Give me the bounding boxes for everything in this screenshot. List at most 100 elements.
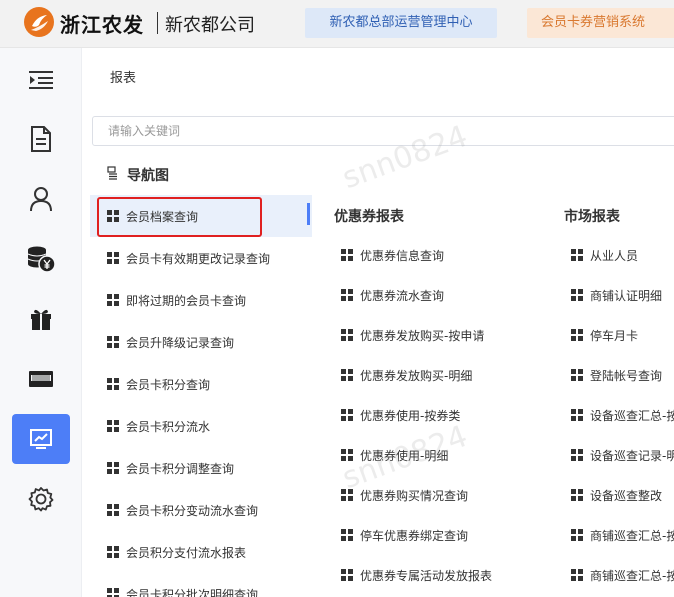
market-report-item[interactable]: 从业人员	[571, 235, 674, 275]
brand-logo-icon	[24, 7, 54, 37]
left-menu-item[interactable]: 会员卡积分查询	[90, 363, 312, 405]
nav-map-title: 导航图	[107, 165, 169, 185]
left-menu-label: 即将过期的会员卡查询	[126, 293, 247, 308]
header-tab-member-card-system[interactable]: 会员卡券营销系统	[527, 8, 674, 38]
active-indicator	[307, 203, 310, 225]
grid-icon	[341, 369, 353, 381]
market-report-label: 停车月卡	[590, 328, 639, 343]
grid-icon	[107, 462, 119, 474]
coupon-report-label: 优惠券信息查询	[360, 248, 445, 263]
market-report-item[interactable]: 商铺巡查汇总-按	[571, 555, 674, 595]
market-report-label: 登陆帐号查询	[590, 368, 663, 383]
market-reports-title: 市场报表	[564, 209, 620, 225]
coupon-report-item[interactable]: 优惠券专属活动发放报表	[341, 555, 492, 595]
market-report-list: 从业人员 商铺认证明细 停车月卡 登陆帐号查询 设备巡查汇总-按 设备巡查记录-…	[571, 235, 674, 595]
left-menu-item[interactable]: 会员卡积分调整查询	[90, 447, 312, 489]
grid-icon	[107, 210, 119, 222]
search-input[interactable]	[92, 116, 674, 146]
report-chart-icon	[30, 429, 52, 449]
left-menu-item[interactable]: 会员卡积分流水	[90, 405, 312, 447]
member-report-list: 会员档案查询 会员卡有效期更改记录查询 即将过期的会员卡查询 会员升降级记录查询…	[90, 195, 312, 597]
market-report-item[interactable]: 停车月卡	[571, 315, 674, 355]
left-menu-item[interactable]: 会员升降级记录查询	[90, 321, 312, 363]
sidebar-item-gifts[interactable]	[12, 294, 70, 344]
market-report-label: 从业人员	[590, 248, 639, 263]
breadcrumb: 报表	[110, 71, 137, 86]
market-report-item[interactable]: 商铺认证明细	[571, 275, 674, 315]
grid-icon	[107, 336, 119, 348]
coupon-report-item[interactable]: 停车优惠券绑定查询	[341, 515, 492, 555]
coupon-report-item[interactable]: 优惠券使用-按券类	[341, 395, 492, 435]
market-report-label: 商铺巡查汇总-按	[590, 568, 674, 583]
market-report-item[interactable]: 设备巡查记录-明	[571, 435, 674, 475]
sidebar	[0, 48, 82, 597]
coupon-report-label: 优惠券购买情况查询	[360, 488, 469, 503]
left-menu-item[interactable]: 会员卡积分变动流水查询	[90, 489, 312, 531]
market-report-label: 商铺认证明细	[590, 288, 663, 303]
grid-icon	[107, 294, 119, 306]
grid-icon	[571, 369, 583, 381]
grid-icon	[571, 449, 583, 461]
grid-icon	[107, 504, 119, 516]
card-icon	[29, 371, 53, 387]
coupon-report-item[interactable]: 优惠券发放购买-明细	[341, 355, 492, 395]
coupon-report-list: 优惠券信息查询 优惠券流水查询 优惠券发放购买-按申请 优惠券发放购买-明细 优…	[341, 235, 492, 595]
grid-icon	[107, 378, 119, 390]
sidebar-item-settings[interactable]	[12, 474, 70, 524]
left-menu-label: 会员卡积分查询	[126, 377, 211, 392]
menu-collapse-icon	[29, 71, 53, 89]
left-menu-label: 会员卡积分变动流水查询	[126, 503, 259, 518]
coupon-report-label: 停车优惠券绑定查询	[360, 528, 469, 543]
grid-icon	[341, 409, 353, 421]
market-report-label: 设备巡查记录-明	[590, 448, 674, 463]
grid-icon	[107, 252, 119, 264]
market-report-label: 商铺巡查汇总-按	[590, 528, 674, 543]
left-menu-item-member-profile[interactable]: 会员档案查询	[90, 195, 312, 237]
coupon-report-label: 优惠券发放购买-明细	[360, 368, 473, 383]
coupon-report-label: 优惠券专属活动发放报表	[360, 568, 493, 583]
coupon-reports-title: 优惠券报表	[334, 209, 404, 225]
grid-icon	[341, 449, 353, 461]
market-report-item[interactable]: 商铺巡查汇总-按	[571, 515, 674, 555]
market-report-label: 设备巡查汇总-按	[590, 408, 674, 423]
market-report-item[interactable]: 设备巡查整改	[571, 475, 674, 515]
left-menu-label: 会员升降级记录查询	[126, 335, 235, 350]
document-icon	[31, 126, 51, 152]
left-menu-item[interactable]: 即将过期的会员卡查询	[90, 279, 312, 321]
coupon-report-item[interactable]: 优惠券使用-明细	[341, 435, 492, 475]
coupon-report-label: 优惠券使用-明细	[360, 448, 449, 463]
gift-icon	[31, 309, 51, 330]
header-tab-operations-center[interactable]: 新农都总部运营管理中心	[305, 8, 497, 38]
left-menu-label: 会员卡积分流水	[126, 419, 211, 434]
app-root: 浙江农发 新农都公司 新农都总部运营管理中心 会员卡券营销系统 报表 请输入关键…	[0, 0, 674, 597]
market-report-label: 设备巡查整改	[590, 488, 663, 503]
sidebar-menu-toggle[interactable]	[12, 55, 70, 105]
grid-icon	[107, 546, 119, 558]
left-menu-label: 会员卡有效期更改记录查询	[126, 251, 271, 266]
sitemap-icon	[107, 166, 119, 184]
sidebar-item-users[interactable]	[12, 174, 70, 224]
brand-divider	[157, 12, 158, 34]
market-report-item[interactable]: 登陆帐号查询	[571, 355, 674, 395]
grid-icon	[341, 489, 353, 501]
left-menu-item[interactable]: 会员积分支付流水报表	[90, 531, 312, 573]
grid-icon	[107, 420, 119, 432]
coupon-report-item[interactable]: 优惠券购买情况查询	[341, 475, 492, 515]
coupon-report-label: 优惠券流水查询	[360, 288, 445, 303]
grid-icon	[341, 249, 353, 261]
sidebar-item-finance[interactable]	[12, 234, 70, 284]
market-report-item[interactable]: 设备巡查汇总-按	[571, 395, 674, 435]
sidebar-item-cards[interactable]	[12, 354, 70, 404]
grid-icon	[571, 529, 583, 541]
left-menu-item[interactable]: 会员卡有效期更改记录查询	[90, 237, 312, 279]
coupon-report-item[interactable]: 优惠券发放购买-按申请	[341, 315, 492, 355]
coupon-report-item[interactable]: 优惠券信息查询	[341, 235, 492, 275]
coupon-report-item[interactable]: 优惠券流水查询	[341, 275, 492, 315]
sidebar-item-reports[interactable]	[12, 414, 70, 464]
grid-icon	[107, 588, 119, 597]
grid-icon	[341, 329, 353, 341]
nav-map-title-text: 导航图	[127, 168, 169, 184]
left-menu-item[interactable]: 会员卡积分批次明细查询	[90, 573, 312, 597]
grid-icon	[571, 569, 583, 581]
sidebar-item-documents[interactable]	[12, 114, 70, 164]
